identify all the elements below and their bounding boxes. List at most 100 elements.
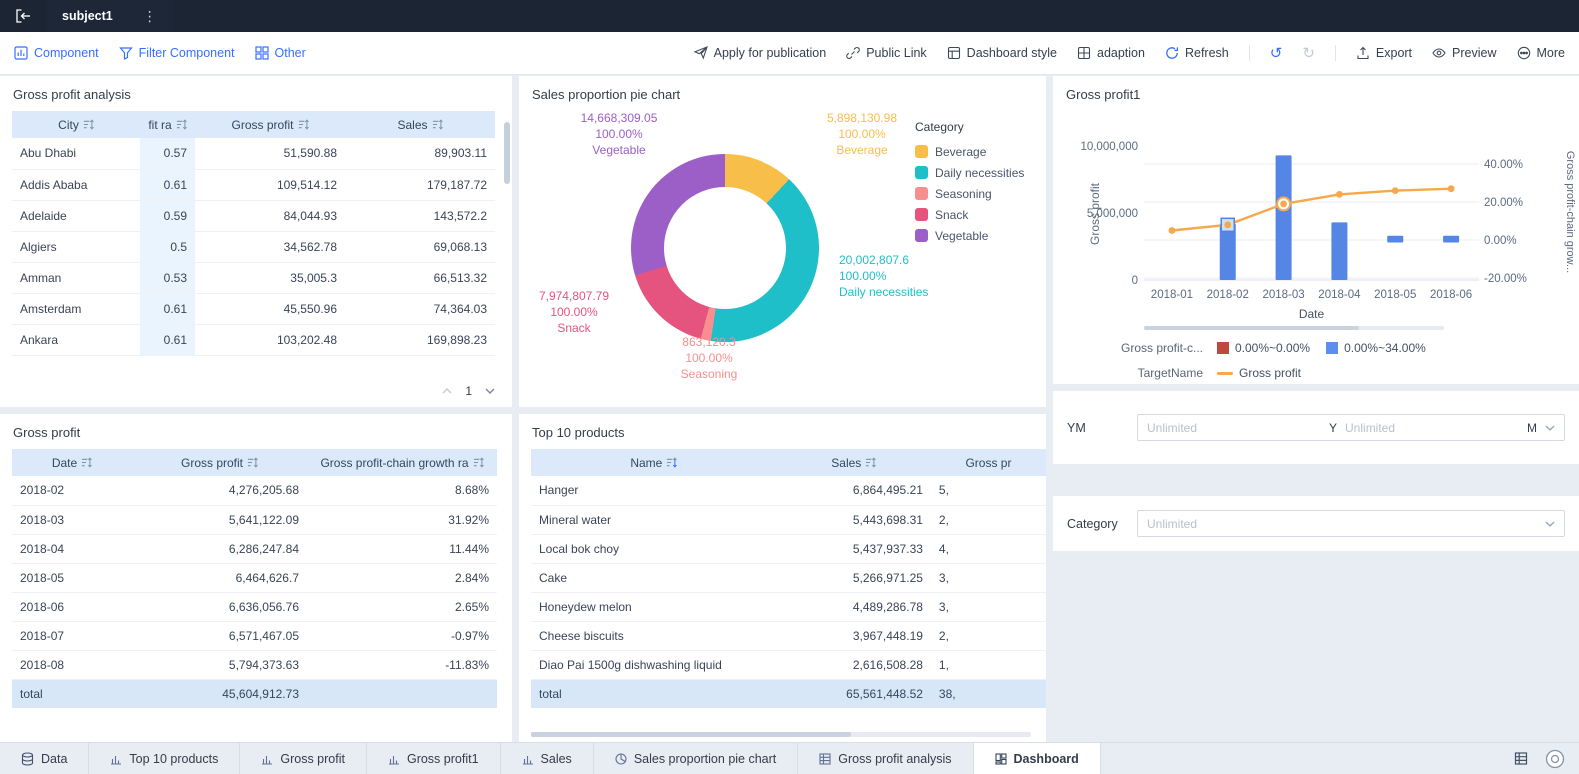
tab-sales-proportion-pie-chart[interactable]: Sales proportion pie chart: [594, 743, 799, 774]
table-row[interactable]: Cheese biscuits 3,967,448.19 2,: [531, 621, 1046, 651]
component-button[interactable]: Component: [14, 46, 99, 60]
other-button[interactable]: Other: [254, 46, 306, 60]
table-row[interactable]: Amsterdam 0.61 45,550.96 74,364.03: [12, 293, 495, 325]
table-row[interactable]: 2018-03 5,641,122.09 31.92%: [12, 505, 497, 535]
table-row[interactable]: 2018-05 6,464,626.7 2.84%: [12, 563, 497, 593]
legend-item-gross-profit-line[interactable]: Gross profit: [1217, 366, 1301, 380]
table-row[interactable]: Amman 0.53 35,005.3 66,513.32: [12, 262, 495, 294]
legend-item-range-red[interactable]: 0.00%~0.00%: [1217, 341, 1310, 355]
legend-item-daily-necessities[interactable]: Daily necessities: [915, 162, 1024, 183]
chart-horizontal-scrollbar[interactable]: [1144, 326, 1444, 330]
table-cell: 1,: [930, 650, 1046, 680]
tab-data[interactable]: Data: [0, 743, 90, 774]
tab-gross-profit[interactable]: Gross profit: [240, 743, 367, 774]
column-header[interactable]: City: [12, 111, 140, 138]
tab-sales[interactable]: Sales: [501, 743, 594, 774]
column-header[interactable]: Date: [12, 449, 132, 476]
sort-filter-icon[interactable]: [81, 457, 93, 468]
legend-item-snack[interactable]: Snack: [915, 204, 1024, 225]
table-cell: Cheese biscuits: [531, 621, 777, 651]
public-link-button[interactable]: Public Link: [846, 46, 927, 60]
page-up-button[interactable]: [441, 387, 453, 395]
table-cell: 5,: [930, 476, 1046, 506]
table-row[interactable]: 2018-08 5,794,373.63 -11.83%: [12, 650, 497, 680]
sort-filter-icon[interactable]: [176, 119, 187, 130]
category-filter-dropdown[interactable]: Unlimited: [1137, 510, 1565, 537]
sort-filter-icon[interactable]: [247, 457, 258, 468]
filter-component-button[interactable]: Filter Component: [118, 46, 235, 60]
table-row[interactable]: 2018-02 4,276,205.68 8.68%: [12, 476, 497, 506]
table-row[interactable]: Hanger 6,864,495.21 5,: [531, 476, 1046, 506]
table-row[interactable]: Diao Pai 1500g dishwashing liquid 2,616,5…: [531, 650, 1046, 680]
kebab-menu-icon[interactable]: ⋮: [143, 8, 157, 25]
table-row[interactable]: Ankara 0.61 103,202.48 169,898.23: [12, 324, 495, 356]
tab-dashboard[interactable]: Dashboard: [973, 743, 1101, 774]
column-header[interactable]: Gross profit-chain growth ra: [307, 449, 497, 476]
sort-filter-icon[interactable]: [473, 457, 484, 468]
donut-chart[interactable]: [631, 154, 819, 342]
column-header[interactable]: Name: [531, 449, 777, 476]
table-row[interactable]: Algiers 0.5 34,562.78 69,068.13: [12, 231, 495, 263]
table-row[interactable]: Abu Dhabi 0.57 51,590.88 89,903.11: [12, 138, 495, 170]
vertical-scrollbar[interactable]: [504, 122, 510, 377]
assistant-circle-icon[interactable]: [1545, 749, 1565, 769]
preview-button[interactable]: Preview: [1432, 46, 1497, 60]
adaption-button[interactable]: adaption: [1077, 46, 1145, 60]
add-table-icon[interactable]: [1514, 751, 1529, 766]
refresh-button[interactable]: Refresh: [1165, 46, 1229, 60]
table-row[interactable]: Honeydew melon 4,489,286.78 3,: [531, 592, 1046, 622]
panel-title: Top 10 products: [532, 425, 625, 440]
legend-item-beverage[interactable]: Beverage: [915, 141, 1024, 162]
column-header[interactable]: Gross pr: [930, 449, 1046, 476]
month-label: M: [1527, 420, 1538, 435]
combo-legend: Gross profit-c... 0.00%~0.00% 0.00%~34.0…: [1053, 338, 1579, 384]
table-row[interactable]: 2018-06 6,636,056.76 2.65%: [12, 592, 497, 622]
sort-filter-icon[interactable]: [432, 119, 443, 130]
table-cell: Ankara: [12, 324, 140, 356]
table-cell: 0.61: [140, 324, 195, 356]
tab-top-10-products[interactable]: Top 10 products: [89, 743, 241, 774]
svg-text:2018-03: 2018-03: [1262, 289, 1304, 301]
subject-tab[interactable]: subject1 ⋮: [46, 0, 173, 32]
redo-button[interactable]: ↻: [1302, 46, 1315, 61]
dashboard-style-button[interactable]: Dashboard style: [947, 46, 1057, 60]
legend-item-seasoning[interactable]: Seasoning: [915, 183, 1024, 204]
sort-filter-icon[interactable]: [298, 119, 309, 130]
tab-gross-profit-analysis[interactable]: Gross profit analysis: [798, 743, 974, 774]
table-row[interactable]: Adelaide 0.59 84,044.93 143,572.2: [12, 200, 495, 232]
column-header[interactable]: Gross profit: [195, 111, 345, 138]
column-header[interactable]: Gross profit: [132, 449, 307, 476]
table-cell: 8.68%: [307, 476, 497, 506]
page-down-button[interactable]: [484, 387, 496, 395]
table-row[interactable]: Mineral water 5,443,698.31 2,: [531, 505, 1046, 535]
table-cell: 5,266,971.25: [776, 563, 931, 593]
more-button[interactable]: More: [1517, 46, 1565, 60]
apply-for-publication-button[interactable]: Apply for publication: [693, 46, 826, 60]
column-header[interactable]: Sales: [776, 449, 931, 476]
column-header[interactable]: Sales: [345, 111, 495, 138]
sort-filter-icon[interactable]: [83, 119, 94, 130]
filter-icon: [118, 47, 133, 60]
table-row[interactable]: Cake 5,266,971.25 3,: [531, 563, 1046, 593]
table-row[interactable]: Local bok choy 5,437,937.33 4,: [531, 534, 1046, 564]
tab-gross-profit1[interactable]: Gross profit1: [367, 743, 501, 774]
legend-item-vegetable[interactable]: Vegetable: [915, 225, 1024, 246]
legend-swatch: [915, 229, 928, 242]
column-header[interactable]: fit ra: [140, 111, 195, 138]
table-row[interactable]: 2018-04 6,286,247.84 11.44%: [12, 534, 497, 564]
add-chart-icon[interactable]: [1483, 751, 1498, 766]
ym-filter-control[interactable]: Unlimited Y Unlimited M: [1137, 414, 1565, 441]
table-cell: Amman: [12, 262, 140, 294]
legend-swatch: [915, 208, 928, 221]
table-row[interactable]: Addis Ababa 0.61 109,514.12 179,187.72: [12, 169, 495, 201]
pagination: 1: [441, 384, 496, 398]
sort-filter-icon[interactable]: [865, 457, 877, 468]
export-button[interactable]: Export: [1356, 46, 1412, 60]
horizontal-scrollbar[interactable]: [531, 732, 1031, 737]
undo-button[interactable]: ↺: [1270, 46, 1283, 61]
sort-filter-icon[interactable]: [666, 457, 678, 468]
legend-item-range-blue[interactable]: 0.00%~34.00%: [1326, 341, 1426, 355]
table-row[interactable]: 2018-07 6,571,467.05 -0.97%: [12, 621, 497, 651]
combo-chart[interactable]: 10,000,0005,000,000040.00%20.00%0.00%-20…: [1053, 102, 1579, 324]
exit-dashboard-icon[interactable]: [0, 0, 46, 32]
